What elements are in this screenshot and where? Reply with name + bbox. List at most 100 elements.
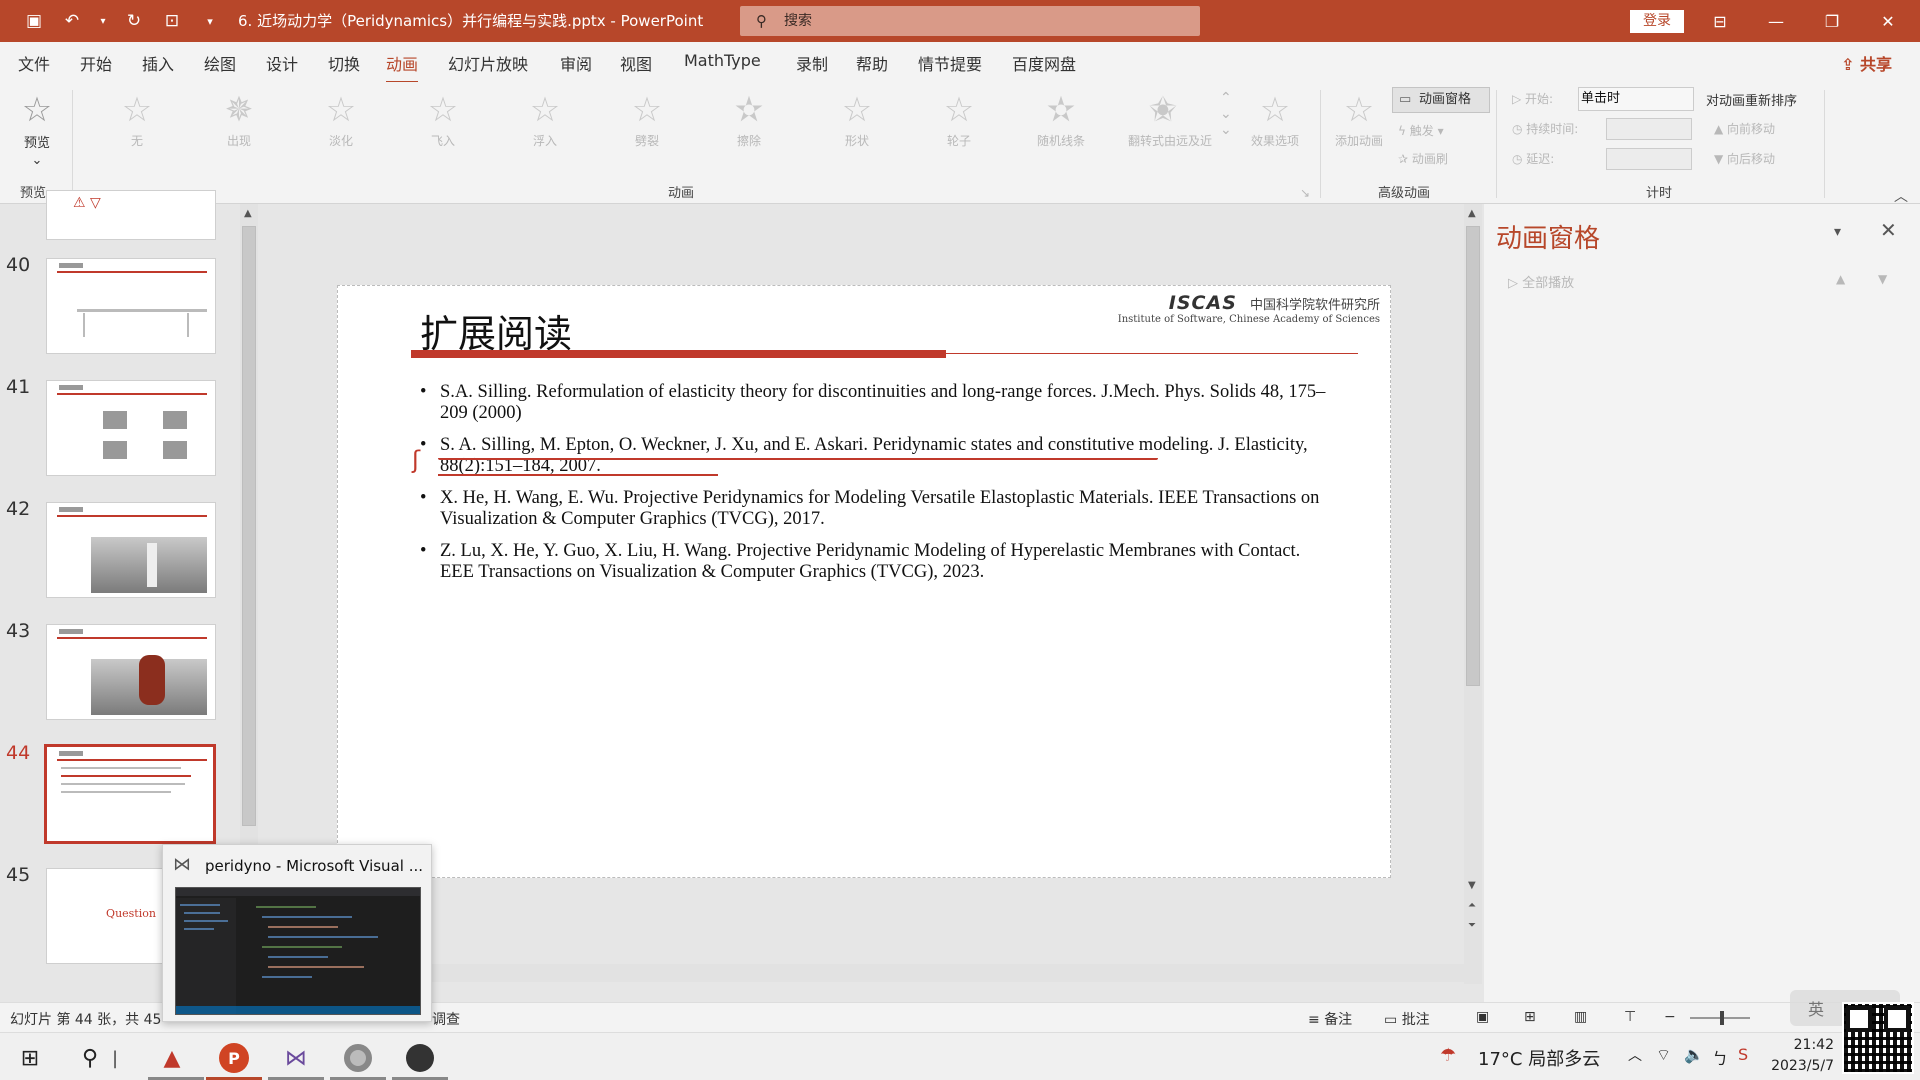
login-button[interactable]: 登录 — [1630, 10, 1684, 33]
volume-icon[interactable]: 🔈 — [1684, 1045, 1704, 1064]
trigger-button[interactable]: ϟ 触发 ▾ — [1398, 122, 1444, 139]
scrollbar-thumb[interactable] — [242, 226, 256, 826]
animation-float-in[interactable]: ☆ 浮入 — [510, 90, 580, 149]
animation-fly-in[interactable]: ☆ 飞入 — [408, 90, 478, 149]
reading-view-icon[interactable]: ▥ — [1574, 1009, 1587, 1025]
dialog-launcher-icon[interactable]: ↘ — [1300, 186, 1310, 200]
tab-home[interactable]: 开始 — [80, 51, 112, 75]
scrollbar-thumb[interactable] — [1466, 226, 1480, 686]
tab-review[interactable]: 审阅 — [560, 51, 592, 75]
minimize-icon[interactable]: — — [1748, 0, 1804, 42]
gallery-scroll-icon[interactable]: ⌃ ⌄ ⌄ — [1220, 90, 1232, 138]
customize-qat-icon[interactable]: ▾ — [198, 9, 222, 33]
weather-icon[interactable]: ☂ — [1440, 1045, 1456, 1066]
tab-transitions[interactable]: 切换 — [328, 51, 360, 75]
tab-help[interactable]: 帮助 — [856, 51, 888, 75]
notes-button[interactable]: ≡ 备注 — [1308, 1009, 1352, 1029]
tab-animations[interactable]: 动画 — [386, 51, 419, 84]
dropdown-icon[interactable]: ▾ — [98, 9, 108, 33]
app-icon-dark[interactable] — [400, 1041, 440, 1075]
powerpoint-icon[interactable]: P — [214, 1041, 254, 1075]
slide-thumbnail-39[interactable]: ⚠ ▽ — [46, 190, 216, 240]
sogou-icon[interactable]: S — [1738, 1045, 1748, 1064]
slide-thumbnail-42[interactable] — [46, 502, 216, 598]
preview-button[interactable]: ☆ 预览 ⌄ — [2, 90, 72, 168]
next-slide-icon[interactable]: ⏷ — [1468, 920, 1476, 931]
reference-item[interactable]: S. A. Silling, M. Epton, O. Weckner, J. … — [418, 435, 1338, 477]
visual-studio-taskbar-icon[interactable]: ⋈ — [276, 1041, 316, 1075]
weather-text[interactable]: 17°C 局部多云 — [1478, 1045, 1600, 1071]
slide-sorter-icon[interactable]: ⊞ — [1524, 1009, 1536, 1025]
animation-grow-turn[interactable]: ✬ 翻转式由远及近 — [1128, 90, 1212, 149]
tab-insert[interactable]: 插入 — [142, 51, 174, 75]
scroll-down-icon[interactable]: ▼ — [1468, 880, 1476, 891]
slideshow-view-icon[interactable]: ⊤ — [1624, 1009, 1636, 1025]
system-clock[interactable]: 21:42 2023/5/7 — [1770, 1035, 1834, 1077]
reference-item[interactable]: Z. Lu, X. He, Y. Guo, X. Liu, H. Wang. P… — [418, 541, 1338, 583]
current-slide[interactable]: 扩展阅读 ISCAS 中国科学院软件研究所 Institute of Softw… — [337, 285, 1391, 878]
editor-horizontal-scrollbar[interactable] — [264, 964, 1464, 982]
animation-appear[interactable]: ✵ 出现 — [204, 90, 274, 149]
reference-item[interactable]: S.A. Silling. Reformulation of elasticit… — [418, 382, 1338, 424]
editor-vertical-scrollbar[interactable]: ▲ ▼ ⏶ ⏷ — [1464, 204, 1482, 984]
tab-file[interactable]: 文件 — [18, 51, 50, 75]
undo-icon[interactable]: ↶ — [60, 9, 84, 33]
pane-options-icon[interactable]: ▾ — [1834, 224, 1841, 240]
normal-view-icon[interactable]: ▣ — [1476, 1009, 1489, 1025]
slide-thumbnail-41[interactable] — [46, 380, 216, 476]
restore-icon[interactable]: ❐ — [1804, 0, 1860, 42]
animation-shape[interactable]: ☆ 形状 — [822, 90, 892, 149]
tab-mathtype[interactable]: MathType — [684, 51, 761, 70]
previous-slide-icon[interactable]: ⏶ — [1468, 900, 1476, 911]
taskbar-window-preview[interactable]: ⋈ peridyno - Microsoft Visual ... — [162, 844, 432, 1022]
tab-draw[interactable]: 绘图 — [204, 51, 236, 75]
tab-baidu-netdisk[interactable]: 百度网盘 — [1012, 51, 1076, 75]
start-select[interactable]: 单击时 — [1578, 87, 1694, 111]
tab-design[interactable]: 设计 — [266, 51, 298, 75]
animation-painter-button[interactable]: ✰ 动画刷 — [1398, 150, 1448, 167]
zoom-slider-thumb[interactable] — [1720, 1011, 1724, 1025]
effect-options-button[interactable]: ☆ 效果选项 — [1240, 90, 1310, 149]
reference-item[interactable]: X. He, H. Wang, E. Wu. Projective Peridy… — [418, 488, 1338, 530]
app-icon-autodesk[interactable]: ▲ — [152, 1041, 192, 1075]
animation-wheel[interactable]: ☆ 轮子 — [924, 90, 994, 149]
zoom-out-icon[interactable]: − — [1664, 1009, 1676, 1025]
chrome-icon[interactable] — [338, 1041, 378, 1075]
task-view-icon[interactable]: | — [108, 1041, 122, 1075]
move-later-button[interactable]: ▼ 向后移动 — [1714, 150, 1775, 167]
tab-storyboard[interactable]: 情节提要 — [918, 51, 982, 75]
reference-list[interactable]: S.A. Silling. Reformulation of elasticit… — [418, 382, 1338, 594]
move-up-icon[interactable]: ▲ — [1836, 272, 1845, 286]
redo-icon[interactable]: ↻ — [122, 9, 146, 33]
windows-start-icon[interactable]: ⊞ — [10, 1041, 50, 1075]
delay-input[interactable] — [1606, 148, 1692, 170]
animation-pane-button[interactable]: 动画窗格 — [1392, 87, 1490, 113]
move-down-icon[interactable]: ▼ — [1878, 272, 1887, 286]
search-input[interactable]: ⚲ 搜索 — [740, 6, 1200, 36]
slide-thumbnail-44[interactable] — [44, 744, 216, 844]
taskbar-search-icon[interactable]: ⚲ — [70, 1041, 110, 1075]
add-animation-button[interactable]: ☆ 添加动画 — [1324, 90, 1394, 149]
close-pane-icon[interactable]: ✕ — [1880, 218, 1897, 242]
play-all-button[interactable]: ▷ 全部播放 — [1508, 272, 1574, 291]
present-from-start-icon[interactable]: ⊡ — [160, 9, 184, 33]
show-hidden-icons[interactable]: ︿ — [1628, 1045, 1642, 1065]
animation-none[interactable]: ☆ 无 — [102, 90, 172, 149]
animation-wipe[interactable]: ✫ 擦除 — [714, 90, 784, 149]
slide-thumbnail-43[interactable] — [46, 624, 216, 720]
scroll-up-icon[interactable]: ▲ — [1468, 208, 1476, 219]
move-earlier-button[interactable]: ▲ 向前移动 — [1714, 120, 1775, 137]
accessibility-status[interactable]: 调查 — [432, 1009, 460, 1029]
comments-button[interactable]: ▭ 批注 — [1384, 1009, 1430, 1029]
share-button[interactable]: ⇪ 共享 — [1841, 51, 1892, 75]
close-icon[interactable]: ✕ — [1860, 0, 1916, 42]
network-icon[interactable]: ⌔ — [1656, 1045, 1671, 1065]
slide-thumbnail-40[interactable] — [46, 258, 216, 354]
animation-fade[interactable]: ☆ 淡化 — [306, 90, 376, 149]
tab-view[interactable]: 视图 — [620, 51, 652, 75]
tab-slideshow[interactable]: 幻灯片放映 — [448, 51, 528, 75]
collapse-ribbon-icon[interactable]: ︿ — [1894, 186, 1908, 206]
ribbon-display-options-icon[interactable]: ⊟ — [1692, 0, 1748, 42]
animation-split[interactable]: ☆ 劈裂 — [612, 90, 682, 149]
duration-input[interactable] — [1606, 118, 1692, 140]
